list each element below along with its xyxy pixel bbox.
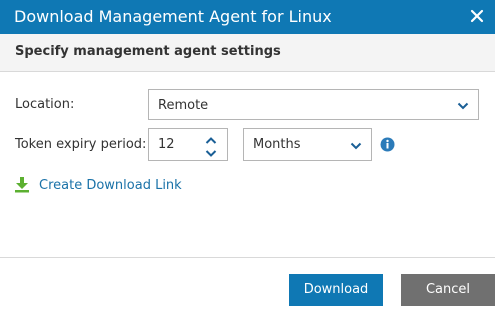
footer-divider — [0, 257, 495, 258]
section-header: Specify management agent settings — [0, 34, 495, 72]
location-value: Remote — [158, 98, 209, 113]
location-select[interactable]: Remote — [148, 89, 479, 120]
dialog-titlebar: Download Management Agent for Linux — [0, 0, 495, 34]
chevron-down-icon — [350, 140, 362, 155]
token-expiry-label: Token expiry period: — [15, 137, 147, 152]
location-label: Location: — [15, 97, 75, 112]
chevron-down-icon[interactable] — [205, 147, 217, 162]
close-icon[interactable] — [467, 6, 487, 26]
info-icon[interactable] — [380, 137, 395, 157]
token-expiry-unit-select[interactable]: Months — [243, 128, 372, 161]
create-download-link-label[interactable]: Create Download Link — [39, 178, 182, 193]
section-title: Specify management agent settings — [15, 44, 281, 59]
token-expiry-amount: 12 — [158, 137, 175, 152]
chevron-down-icon — [457, 100, 469, 115]
download-button[interactable]: Download — [289, 274, 383, 306]
download-icon — [15, 177, 29, 198]
cancel-button[interactable]: Cancel — [401, 274, 495, 306]
token-expiry-stepper[interactable]: 12 — [148, 128, 228, 161]
dialog-title: Download Management Agent for Linux — [14, 7, 332, 26]
token-expiry-unit: Months — [253, 137, 301, 152]
